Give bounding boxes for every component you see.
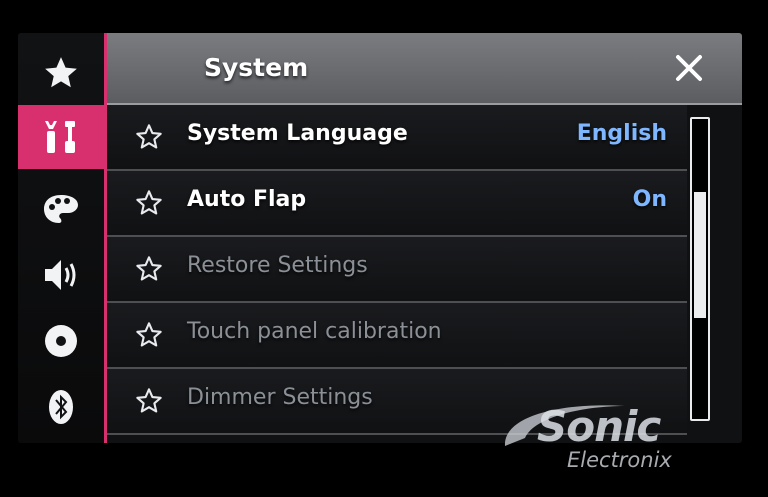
- close-button[interactable]: [672, 51, 706, 85]
- setting-row-restore-settings[interactable]: Restore Settings: [107, 237, 687, 303]
- sidebar-item-bluetooth[interactable]: [18, 375, 104, 439]
- setting-value: English: [576, 121, 667, 146]
- bluetooth-icon: [49, 390, 73, 424]
- favorite-star-icon[interactable]: [135, 321, 163, 349]
- page-title: System: [204, 53, 309, 82]
- sidebar-item-audio[interactable]: [18, 243, 104, 307]
- setting-label: System Language: [187, 121, 408, 146]
- sidebar-item-favorites[interactable]: [18, 41, 104, 105]
- scrollbar-track[interactable]: [690, 117, 710, 421]
- setting-label: Auto Flap: [187, 187, 307, 212]
- favorites-star-icon: [45, 57, 77, 88]
- scrollbar-thumb[interactable]: [694, 192, 706, 318]
- sidebar-item-disc[interactable]: [18, 309, 104, 373]
- setting-row-dimmer-settings[interactable]: Dimmer Settings: [107, 369, 687, 435]
- settings-tools-icon: [45, 121, 75, 153]
- sidebar-item-theme[interactable]: [18, 177, 104, 241]
- setting-label: Dimmer Settings: [187, 385, 373, 410]
- setting-label: Touch panel calibration: [187, 319, 442, 344]
- favorite-star-icon[interactable]: [135, 255, 163, 283]
- favorite-star-icon[interactable]: [135, 387, 163, 415]
- setting-row-touch-panel-calibration[interactable]: Touch panel calibration: [107, 303, 687, 369]
- audio-speaker-icon: [45, 260, 76, 290]
- setting-label: Restore Settings: [187, 253, 368, 278]
- watermark-sub: Electronix: [567, 448, 672, 472]
- disc-icon: [45, 325, 77, 357]
- setting-row-auto-flap[interactable]: Auto Flap On: [107, 171, 687, 237]
- sidebar-item-settings[interactable]: [18, 105, 104, 169]
- setting-row-system-language[interactable]: System Language English: [107, 105, 687, 171]
- head-unit-screen: System System Language English Auto Flap…: [18, 33, 742, 443]
- theme-palette-icon: [44, 195, 78, 223]
- header-bar: System: [107, 33, 742, 105]
- favorite-star-icon[interactable]: [135, 123, 163, 151]
- favorite-star-icon[interactable]: [135, 189, 163, 217]
- setting-value: On: [632, 187, 667, 212]
- settings-list: System Language English Auto Flap On Res…: [107, 105, 742, 443]
- close-icon: [676, 55, 702, 81]
- sidebar: [18, 33, 104, 443]
